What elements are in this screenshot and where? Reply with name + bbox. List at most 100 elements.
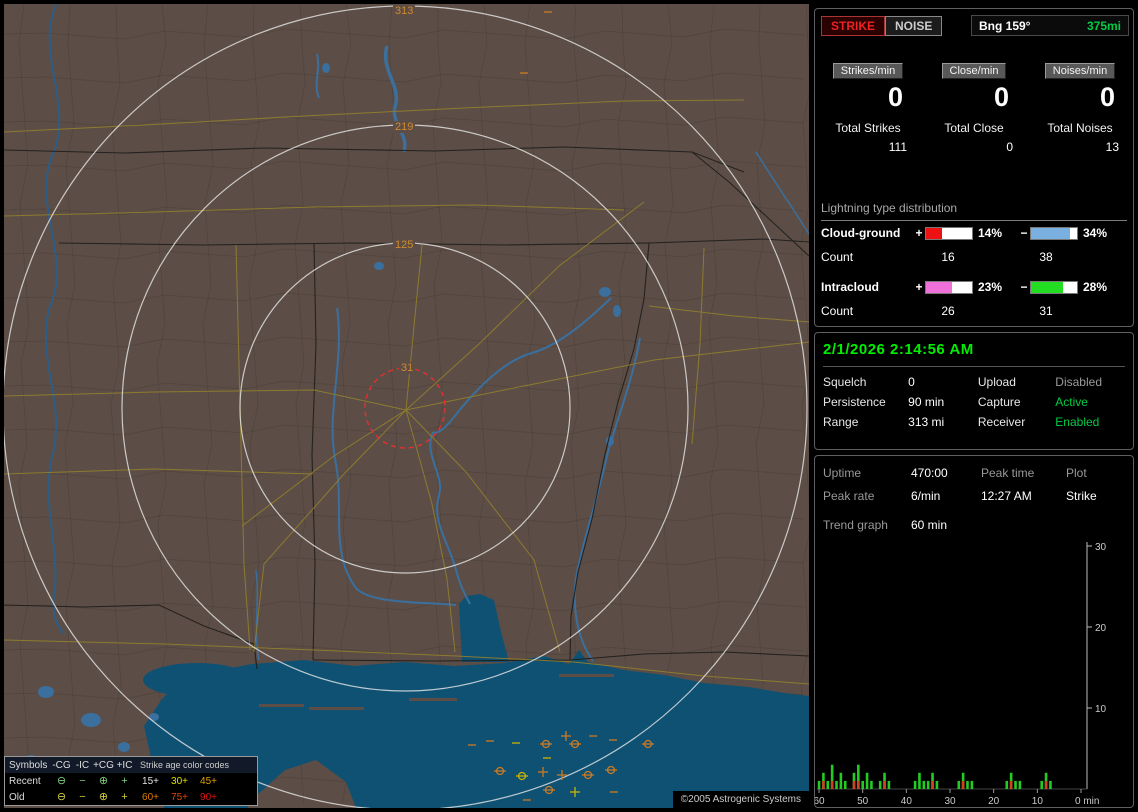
legend-old-age-2: 90+ bbox=[200, 791, 217, 803]
range-label: Range bbox=[823, 415, 859, 429]
barrier-island bbox=[259, 704, 304, 707]
trend-panel: Uptime 470:00 Peak time Plot Peak rate 6… bbox=[814, 455, 1134, 808]
close-counter-column: Close/min 0 Total Close 0 bbox=[921, 61, 1027, 154]
cloud-ground-row: Cloud-ground + 14% − 34% bbox=[821, 226, 1123, 240]
strike-stats-panel: STRIKE NOISE Bng 159° 375mi Strikes/min … bbox=[814, 8, 1134, 327]
trend-bar-strikes bbox=[835, 780, 838, 789]
count-label: Count bbox=[821, 250, 854, 264]
legend-recent-age-0: 15+ bbox=[142, 775, 159, 787]
legend-type-cg-neg: -CG bbox=[52, 759, 71, 771]
legend-recent-cg-neg-icon: ⊖ bbox=[56, 775, 67, 787]
trend-bar-noises bbox=[931, 780, 934, 789]
intracloud-count-row: Count 26 31 bbox=[821, 304, 1069, 318]
persistence-label: Persistence bbox=[823, 395, 886, 409]
legend-recent-label: Recent bbox=[9, 775, 41, 787]
trend-bar-strikes bbox=[839, 772, 843, 789]
strikes-per-min-value: 0 bbox=[887, 82, 903, 112]
map-viewport[interactable]: 313 219 125 31 Symbols -CG -IC +CG +IC S… bbox=[4, 4, 809, 808]
trend-bar-noises bbox=[857, 780, 860, 789]
settings-row: Range 313 mi Receiver Enabled bbox=[823, 415, 1125, 429]
total-noises-label: Total Noises bbox=[1047, 121, 1113, 135]
trend-bar-strikes bbox=[913, 780, 917, 789]
cg-plus-percent: 14% bbox=[978, 226, 1003, 240]
legend-old-ic-neg-icon: − bbox=[79, 791, 86, 803]
trend-bar-strikes bbox=[843, 780, 847, 789]
range-ring-label: 125 bbox=[393, 239, 416, 251]
barrier-island bbox=[559, 674, 614, 677]
trend-bar-strikes bbox=[865, 772, 869, 789]
legend-old-ic-pos-icon: + bbox=[121, 791, 128, 803]
svg-text:50: 50 bbox=[857, 796, 869, 805]
intracloud-row: Intracloud + 23% − 28% bbox=[821, 280, 1123, 294]
legend-old-label: Old bbox=[9, 791, 25, 803]
cg-minus-bar bbox=[1030, 226, 1078, 240]
upload-status: Disabled bbox=[1055, 375, 1102, 389]
trend-bar-noises bbox=[883, 780, 886, 789]
status-panel: 2/1/2026 2:14:56 AM Squelch 0 Upload Dis… bbox=[814, 332, 1134, 450]
total-close-label: Total Close bbox=[944, 121, 1004, 135]
svg-text:10: 10 bbox=[1095, 704, 1107, 715]
legend-type-cg-pos: +CG bbox=[93, 759, 114, 771]
legend-recent-age-1: 30+ bbox=[171, 775, 188, 787]
svg-text:20: 20 bbox=[988, 796, 1000, 805]
trend-bar-noises bbox=[852, 780, 856, 789]
minus-sign: − bbox=[1020, 280, 1028, 294]
minus-sign: − bbox=[1020, 226, 1028, 240]
copyright-notice: ©2005 Astrogenic Systems bbox=[672, 791, 809, 808]
persistence-value: 90 min bbox=[908, 395, 945, 409]
trend-bar-strikes bbox=[887, 780, 891, 789]
count-label: Count bbox=[821, 304, 854, 318]
cg-minus-percent: 34% bbox=[1083, 226, 1108, 240]
capture-label: Capture bbox=[977, 395, 1021, 409]
trend-bar-strikes bbox=[957, 780, 961, 789]
svg-text:30: 30 bbox=[1095, 542, 1107, 553]
svg-text:60: 60 bbox=[815, 796, 825, 805]
svg-text:0 min: 0 min bbox=[1075, 796, 1099, 805]
total-strikes-value: 111 bbox=[888, 140, 907, 154]
settings-row: Persistence 90 min Capture Active bbox=[823, 395, 1125, 409]
cg-plus-count: 16 bbox=[941, 250, 955, 264]
cg-minus-count: 38 bbox=[1039, 250, 1053, 264]
squelch-label: Squelch bbox=[823, 375, 867, 389]
legend-age-header: Strike age color codes bbox=[140, 760, 230, 770]
trend-bar-strikes bbox=[817, 780, 821, 789]
svg-text:20: 20 bbox=[1095, 623, 1107, 634]
datetime-display: 2/1/2026 2:14:56 AM bbox=[823, 341, 1125, 367]
trend-bar-strikes bbox=[1049, 780, 1052, 789]
legend-recent-cg-pos-icon: ⊕ bbox=[98, 775, 109, 787]
total-noises-value: 13 bbox=[1105, 140, 1119, 154]
trend-bar-noises bbox=[1044, 780, 1048, 789]
trend-bar-strikes bbox=[1018, 780, 1022, 789]
noises-per-min-button[interactable]: Noises/min bbox=[1044, 63, 1116, 79]
map-legend: Symbols -CG -IC +CG +IC Strike age color… bbox=[4, 756, 258, 806]
cloud-ground-label: Cloud-ground bbox=[821, 226, 901, 240]
barrier-island bbox=[309, 707, 364, 710]
noise-toggle-button[interactable]: NOISE bbox=[885, 16, 943, 36]
legend-old-cg-neg-icon: ⊖ bbox=[56, 791, 67, 803]
bearing-value: Bng 159° bbox=[979, 18, 1031, 33]
close-per-min-button[interactable]: Close/min bbox=[941, 63, 1007, 79]
noises-per-min-value: 0 bbox=[1099, 82, 1115, 112]
svg-text:40: 40 bbox=[901, 796, 913, 805]
bearing-range: 375mi bbox=[1086, 18, 1121, 33]
trend-chart: 10 20 30 60 50 40 30 20 10 0 min bbox=[815, 542, 1107, 805]
strike-toggle-button[interactable]: STRIKE bbox=[821, 16, 886, 36]
barrier-island bbox=[409, 698, 457, 701]
capture-status: Active bbox=[1055, 395, 1088, 409]
legend-symbols-header: Symbols bbox=[9, 759, 48, 771]
trend-bar-strikes bbox=[966, 780, 969, 789]
svg-text:30: 30 bbox=[944, 796, 956, 805]
cloud-ground-count-row: Count 16 38 bbox=[821, 250, 1069, 264]
trend-bar-noises bbox=[822, 780, 825, 789]
trend-bar-noises bbox=[961, 780, 965, 789]
range-value: 313 mi bbox=[908, 415, 945, 429]
total-close-value: 0 bbox=[1006, 140, 1013, 154]
legend-old-cg-pos-icon: ⊕ bbox=[98, 791, 109, 803]
settings-row: Squelch 0 Upload Disabled bbox=[823, 375, 1125, 389]
ic-plus-percent: 23% bbox=[978, 280, 1003, 294]
legend-type-ic-pos: +IC bbox=[116, 759, 133, 771]
legend-old-age-0: 60+ bbox=[142, 791, 159, 803]
strikes-per-min-button[interactable]: Strikes/min bbox=[832, 63, 904, 79]
legend-type-ic-neg: -IC bbox=[75, 759, 90, 771]
legend-recent-ic-neg-icon: − bbox=[79, 775, 86, 787]
